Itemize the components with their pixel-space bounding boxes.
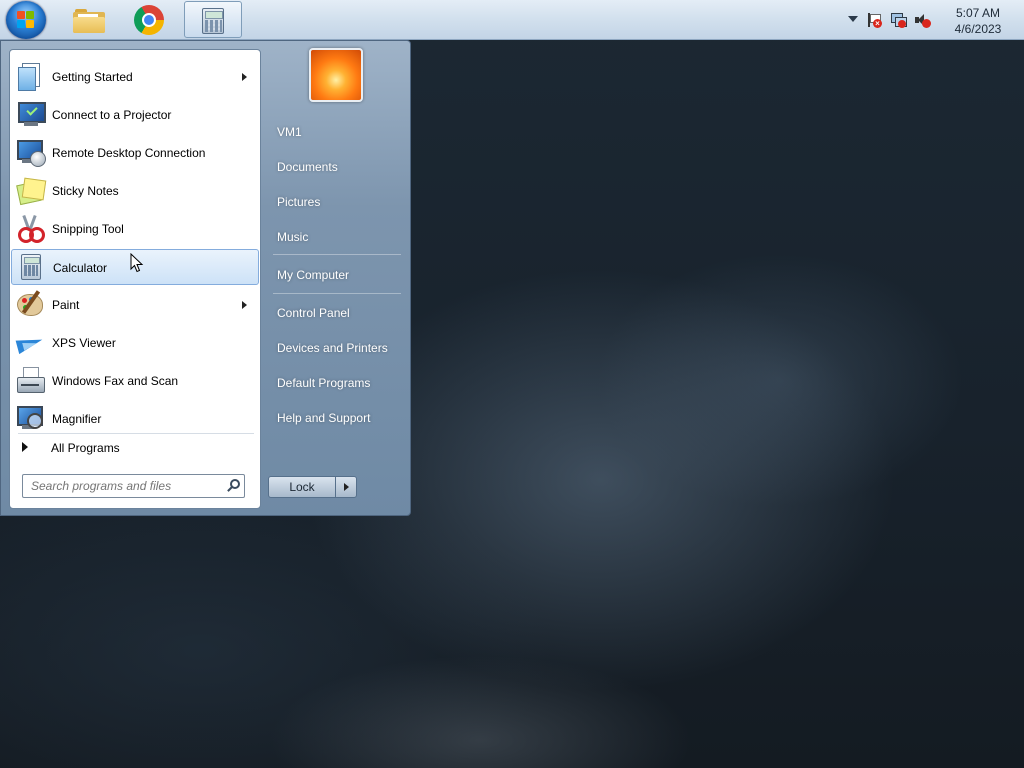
divider [273, 293, 401, 294]
show-hidden-icons-arrow[interactable] [848, 16, 858, 22]
calculator-icon [202, 8, 224, 34]
link-user-folder[interactable]: VM1 [271, 119, 403, 145]
program-label: Snipping Tool [52, 222, 124, 236]
shutdown-options-button[interactable] [335, 476, 357, 498]
volume-muted-icon[interactable] [914, 12, 931, 28]
taskbar: × 5:07 AM 4/6/2023 [0, 0, 1024, 40]
taskbar-explorer-button[interactable] [60, 1, 118, 38]
taskbar-calculator-button[interactable] [184, 1, 242, 38]
program-label: Calculator [53, 261, 108, 275]
folder-icon [73, 9, 105, 33]
getting-started-icon [15, 61, 45, 91]
submenu-arrow-icon [242, 73, 247, 81]
program-fax-and-scan[interactable]: Windows Fax and Scan [11, 363, 259, 399]
program-label: Magnifier [52, 412, 102, 426]
calculator-icon [16, 252, 46, 282]
chrome-icon [134, 5, 164, 35]
link-pictures[interactable]: Pictures [271, 189, 403, 215]
clock-time: 5:07 AM [955, 6, 1001, 20]
search-icon[interactable] [227, 479, 240, 492]
link-devices-and-printers[interactable]: Devices and Printers [271, 335, 403, 361]
program-label: Sticky Notes [52, 184, 119, 198]
program-label: Getting Started [52, 70, 133, 84]
program-connect-to-projector[interactable]: Connect to a Projector [11, 97, 259, 133]
link-documents[interactable]: Documents [271, 154, 403, 180]
program-magnifier[interactable]: Magnifier [11, 401, 259, 437]
program-paint[interactable]: Paint [11, 287, 259, 323]
taskbar-chrome-button[interactable] [121, 1, 179, 38]
programs-pane: Getting Started Connect to a Projector R… [9, 49, 261, 509]
start-button[interactable] [6, 1, 46, 39]
program-getting-started[interactable]: Getting Started [11, 59, 259, 95]
scissors-icon [15, 213, 45, 243]
magnifier-icon [15, 403, 45, 433]
sticky-notes-icon [15, 175, 47, 206]
program-label: Connect to a Projector [52, 108, 172, 122]
link-music[interactable]: Music [271, 224, 403, 250]
program-label: Remote Desktop Connection [52, 146, 206, 160]
search-box[interactable] [22, 474, 245, 498]
program-xps-viewer[interactable]: XPS Viewer [11, 325, 259, 361]
search-input[interactable] [23, 475, 227, 497]
program-snipping-tool[interactable]: Snipping Tool [11, 211, 259, 247]
xps-viewer-icon [15, 327, 45, 357]
start-menu: Getting Started Connect to a Projector R… [0, 40, 411, 516]
arrow-right-icon [344, 483, 349, 491]
link-control-panel[interactable]: Control Panel [271, 300, 403, 326]
all-programs-button[interactable]: All Programs [12, 436, 258, 460]
program-remote-desktop[interactable]: Remote Desktop Connection [11, 135, 259, 171]
submenu-arrow-icon [242, 301, 247, 309]
remote-desktop-icon [15, 137, 46, 167]
program-label: XPS Viewer [52, 336, 116, 350]
clock[interactable]: 5:07 AM 4/6/2023 [938, 5, 1018, 37]
divider [273, 254, 401, 255]
program-sticky-notes[interactable]: Sticky Notes [11, 173, 259, 209]
network-disconnected-icon[interactable] [890, 12, 907, 28]
program-label: Paint [52, 298, 80, 312]
paint-palette-icon [15, 289, 45, 319]
mouse-cursor-icon [130, 253, 144, 273]
windows-logo-icon [17, 11, 35, 29]
user-avatar[interactable] [309, 48, 363, 102]
clock-date: 4/6/2023 [954, 22, 1002, 36]
program-label: Windows Fax and Scan [52, 374, 179, 388]
link-help-and-support[interactable]: Help and Support [271, 405, 403, 431]
divider [18, 433, 254, 434]
expand-arrow-icon [22, 442, 28, 452]
fax-icon [15, 365, 45, 395]
lock-button[interactable]: Lock [268, 476, 336, 498]
all-programs-label: All Programs [51, 441, 120, 455]
link-default-programs[interactable]: Default Programs [271, 370, 403, 396]
link-my-computer[interactable]: My Computer [271, 262, 403, 288]
action-center-flag-icon[interactable]: × [866, 12, 882, 28]
projector-icon [15, 99, 46, 129]
